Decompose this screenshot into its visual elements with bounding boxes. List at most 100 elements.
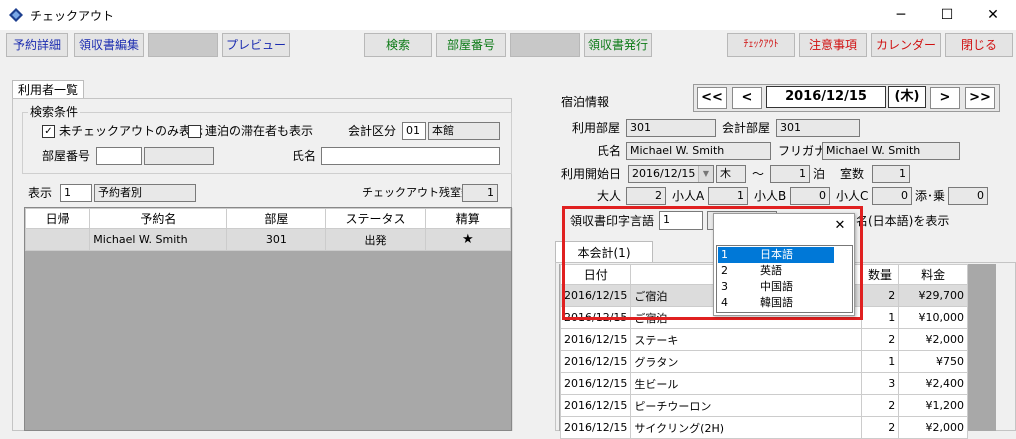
bill-cell-qty: 2 <box>860 328 900 351</box>
checkout-button[interactable]: ﾁｪｯｸｱｳﾄ <box>727 33 795 57</box>
bill-cell-date: 2016/12/15 <box>559 372 632 395</box>
minimize-button[interactable]: ─ <box>878 0 924 30</box>
cell-settlement-star-icon: ★ <box>424 228 512 251</box>
bill-cell-qty: 3 <box>860 372 900 395</box>
search-conditions-label: 検索条件 <box>28 103 81 121</box>
language-option-selected[interactable]: 1 日本語 <box>718 247 834 263</box>
name-input[interactable] <box>321 147 500 165</box>
reservation-detail-button[interactable]: 予約詳細 <box>6 33 68 57</box>
table-row[interactable]: 2016/12/15 ステーキ 2 ¥2,000 <box>559 328 968 351</box>
nights-field: 1 <box>770 165 810 183</box>
language-option[interactable]: 4 韓国語 <box>718 295 834 311</box>
preview-button[interactable]: プレビュー <box>222 33 290 57</box>
table-row[interactable]: 2016/12/15 生ビール 3 ¥2,400 <box>559 372 968 395</box>
remaining-rooms-label: チェックアウト残室数 <box>362 186 472 199</box>
table-row[interactable]: 2016/12/15 サイクリング(2H) 2 ¥2,000 <box>559 416 968 439</box>
cell-status: 出発 <box>325 228 426 251</box>
table-row[interactable]: 2016/12/15 グラタン 1 ¥750 <box>559 350 968 373</box>
next-date-button[interactable]: > <box>930 87 960 109</box>
bill-cell-qty: 1 <box>860 350 900 373</box>
furigana-field: Michael W. Smith <box>822 142 960 160</box>
unchecked-only-label: 未チェックアウトのみ表示 <box>59 124 204 138</box>
consecutive-stay-label: 連泊の滞在者も表示 <box>205 124 314 138</box>
unchecked-only-checkbox[interactable]: ✓ <box>42 125 55 138</box>
room-number-input[interactable] <box>96 147 142 165</box>
notes-button[interactable]: 注意事項 <box>799 33 867 57</box>
first-date-button[interactable]: << <box>697 87 727 109</box>
bill-cell-qty: 2 <box>860 416 900 439</box>
consecutive-stay-checkbox[interactable] <box>188 125 201 138</box>
language-code: 1 <box>721 248 728 261</box>
col-header-settlement[interactable]: 精算 <box>424 208 512 229</box>
language-code: 3 <box>721 280 728 293</box>
stay-info-label: 宿泊情報 <box>561 95 610 109</box>
childC-label: 小人C <box>836 189 869 203</box>
language-code: 4 <box>721 296 728 309</box>
cell-daytrip <box>24 228 91 251</box>
bed-label: 添･乗 <box>915 189 946 203</box>
col-header-room[interactable]: 部屋 <box>226 208 327 229</box>
rooms-count-label: 室数 <box>840 167 865 181</box>
bill-cell-qty: 2 <box>860 284 900 307</box>
bill-cell-price: ¥10,000 <box>898 306 968 329</box>
prev-date-button[interactable]: < <box>732 87 762 109</box>
bill-col-header-price[interactable]: 料金 <box>898 264 968 285</box>
col-header-status[interactable]: ステータス <box>325 208 426 229</box>
bill-cell-price: ¥2,000 <box>898 416 968 439</box>
blank-button-2[interactable] <box>510 33 580 57</box>
close-window-button[interactable]: ✕ <box>970 0 1016 30</box>
bill-cell-item: グラタン <box>630 350 862 373</box>
maximize-button[interactable]: ☐ <box>924 0 970 30</box>
blank-button-1[interactable] <box>148 33 218 57</box>
childC-field: 0 <box>872 187 912 205</box>
bill-cell-date: 2016/12/15 <box>559 350 632 373</box>
bill-cell-item: ステーキ <box>630 328 862 351</box>
close-button[interactable]: 閉じる <box>945 33 1013 57</box>
language-name: 中国語 <box>760 280 793 293</box>
bill-cell-qty: 2 <box>860 394 900 417</box>
bill-cell-price: ¥29,700 <box>898 284 968 307</box>
table-row[interactable]: 2016/12/15 ピーチウーロン 2 ¥1,200 <box>559 394 968 417</box>
rooms-count-field: 1 <box>872 165 910 183</box>
childA-label: 小人A <box>672 189 705 203</box>
furigana-label: フリガナ <box>778 144 827 158</box>
bill-cell-price: ¥2,400 <box>898 372 968 395</box>
language-option[interactable]: 2 英語 <box>718 263 834 279</box>
issue-receipt-button[interactable]: 領収書発行 <box>584 33 652 57</box>
bill-cell-price: ¥2,000 <box>898 328 968 351</box>
current-date-field[interactable]: 2016/12/15 <box>766 86 886 108</box>
receipt-edit-button[interactable]: 領収書編集 <box>74 33 144 57</box>
search-button[interactable]: 検索 <box>364 33 432 57</box>
account-name-field: 本館 <box>428 122 500 140</box>
bill-cell-item: ピーチウーロン <box>630 394 862 417</box>
account-room-label: 会計部屋 <box>722 121 771 135</box>
last-date-button[interactable]: >> <box>965 87 995 109</box>
display-input[interactable]: 1 <box>60 184 92 202</box>
calendar-button[interactable]: カレンダー <box>871 33 941 57</box>
name-label: 氏名 <box>292 149 317 163</box>
bill-cell-price: ¥1,200 <box>898 394 968 417</box>
tab-user-list[interactable]: 利用者一覧 <box>12 80 84 99</box>
left-scrollbar[interactable] <box>512 208 524 431</box>
bill-col-header-qty[interactable]: 数量 <box>860 264 900 285</box>
receipt-language-hint: 名(日本語)を表示 <box>856 214 950 228</box>
account-code-field[interactable]: 01 <box>402 122 426 140</box>
language-code: 2 <box>721 264 728 277</box>
guest-name-field: Michael W. Smith <box>626 142 771 160</box>
date-dropdown-icon[interactable]: ▼ <box>698 166 713 182</box>
account-label: 会計区分 <box>348 124 397 138</box>
childB-field: 0 <box>790 187 830 205</box>
col-header-daytrip[interactable]: 日帰 <box>24 208 91 229</box>
bill-cell-qty: 1 <box>860 306 900 329</box>
table-row[interactable]: Michael W. Smith 301 出発 ★ <box>24 228 512 251</box>
start-date-label: 利用開始日 <box>561 167 622 181</box>
language-option[interactable]: 3 中国語 <box>718 279 834 295</box>
bill-cell-item: 生ビール <box>630 372 862 395</box>
popup-close-icon[interactable]: ✕ <box>831 217 849 235</box>
bill-cell-item: サイクリング(2H) <box>630 416 862 439</box>
language-name: 英語 <box>760 264 782 277</box>
bill-cell-date: 2016/12/15 <box>559 416 632 439</box>
bill-cell-date: 2016/12/15 <box>559 328 632 351</box>
col-header-reservation-name[interactable]: 予約名 <box>89 208 228 229</box>
room-number-button[interactable]: 部屋番号 <box>436 33 506 57</box>
